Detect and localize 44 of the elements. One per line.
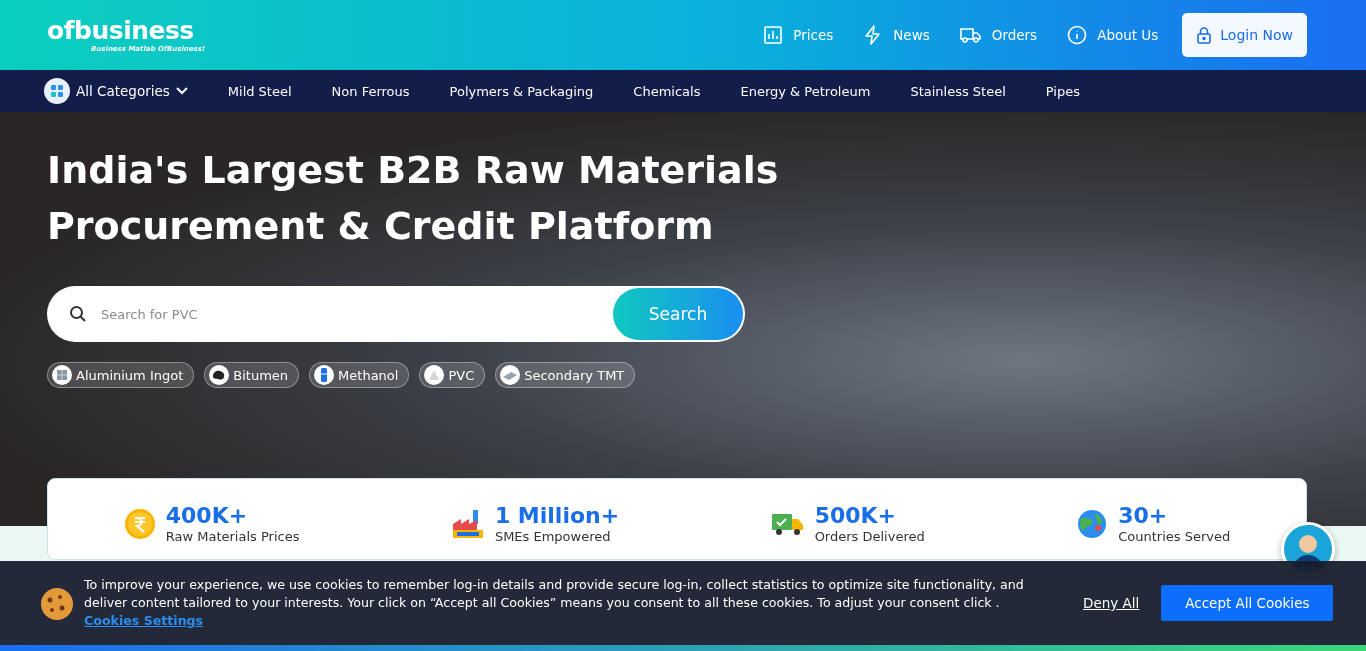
category-link[interactable]: Chemicals <box>633 83 701 99</box>
category-link[interactable]: Stainless Steel <box>910 83 1006 99</box>
stat-label: Countries Served <box>1118 529 1231 544</box>
lock-icon <box>1196 26 1213 44</box>
powder-pile-icon <box>424 365 445 385</box>
stat-value: 1 Million+ <box>494 503 620 529</box>
hero-headline: India's Largest B2B Raw Materials Procurement & Credit Platform <box>47 147 780 250</box>
stat-value: 30+ <box>1118 503 1169 529</box>
all-categories-dropdown[interactable]: All Categories <box>44 78 188 104</box>
material-chip[interactable]: PVC <box>419 362 486 388</box>
category-link[interactable]: Energy & Petroleum <box>740 83 871 99</box>
info-icon <box>1067 25 1088 45</box>
category-link[interactable]: Pipes <box>1045 83 1080 99</box>
rupee-coin-icon <box>123 507 156 540</box>
category-link[interactable]: Non Ferrous <box>331 83 410 99</box>
login-button[interactable]: Login Now <box>1182 13 1307 57</box>
stat-value: 400K+ <box>165 503 249 529</box>
bar-chart-icon <box>763 25 784 45</box>
factory-icon <box>450 507 485 540</box>
cookies-settings-link[interactable]: Cookies Settings <box>84 613 204 628</box>
accept-cookies-button[interactable]: Accept All Cookies <box>1161 585 1334 621</box>
blob-icon <box>209 365 230 385</box>
bottle-icon <box>314 365 335 385</box>
grid-icon <box>44 78 70 104</box>
truck-icon <box>959 26 982 44</box>
material-chip[interactable]: Bitumen <box>204 362 300 388</box>
stat-value: 500K+ <box>814 503 898 529</box>
stat-label: Raw Materials Prices <box>165 529 300 544</box>
chevron-down-icon <box>175 87 188 95</box>
cookie-notice-text: To improve your experience, we use cookies to remember log-in details and provide secure log-in, collect statistics to optimize site functionality, and deliver content tailored to your interests. Your click on “Accept all Cookies” means you consent to all these cookies. To adjust your consent click . Cookies Settings <box>84 576 1025 630</box>
globe-icon <box>1076 507 1109 540</box>
cookie-icon <box>38 585 76 621</box>
material-chip[interactable]: Methanol <box>309 362 410 388</box>
cube-icon <box>52 365 72 385</box>
category-link[interactable]: Mild Steel <box>227 83 292 99</box>
nav-link[interactable]: About Us <box>1067 25 1159 45</box>
deny-all-link[interactable]: Deny All <box>1083 595 1140 611</box>
material-chip[interactable]: Aluminium Ingot <box>47 362 195 388</box>
category-link[interactable]: Polymers & Packaging <box>449 83 594 99</box>
material-chip[interactable]: Secondary TMT <box>495 362 636 388</box>
metal-bars-icon <box>500 365 521 385</box>
stat-label: SMEs Empowered <box>494 529 612 544</box>
stat-label: Orders Delivered <box>814 529 925 544</box>
search-icon <box>69 305 87 323</box>
